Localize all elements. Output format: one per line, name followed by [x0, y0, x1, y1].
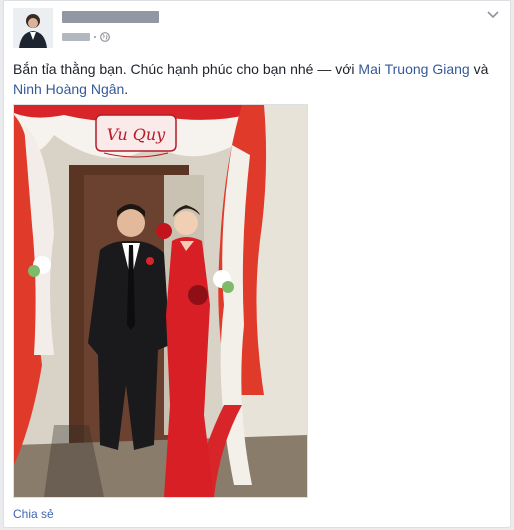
status-body: Bắn tỉa thằng bạn. Chúc hạnh phúc cho bạ… — [13, 61, 359, 77]
status-period: . — [124, 81, 129, 97]
chevron-down-icon[interactable] — [486, 9, 500, 21]
tagged-friend-1[interactable]: Mai Truong Giang — [358, 61, 469, 77]
tagged-friend-2[interactable]: Ninh Hoàng Ngân — [13, 81, 124, 97]
timestamp-redacted[interactable] — [62, 33, 90, 41]
vu-quy-sign-text: Vu Quy — [107, 125, 166, 144]
post-card: Bắn tỉa thằng bạn. Chúc hạnh phúc cho bạ… — [3, 0, 511, 528]
author-name-redacted[interactable] — [62, 11, 159, 23]
status-conjunction: và — [469, 61, 489, 77]
post-photo[interactable]: Vu Quy — [13, 104, 308, 498]
separator-dot — [94, 36, 96, 38]
vu-quy-sign: Vu Quy — [107, 125, 166, 144]
author-avatar[interactable] — [13, 8, 53, 48]
status-text: Bắn tỉa thằng bạn. Chúc hạnh phúc cho bạ… — [13, 59, 503, 99]
globe-icon[interactable] — [100, 32, 110, 42]
share-link[interactable]: Chia sẻ — [13, 507, 54, 521]
post-meta — [62, 31, 110, 43]
